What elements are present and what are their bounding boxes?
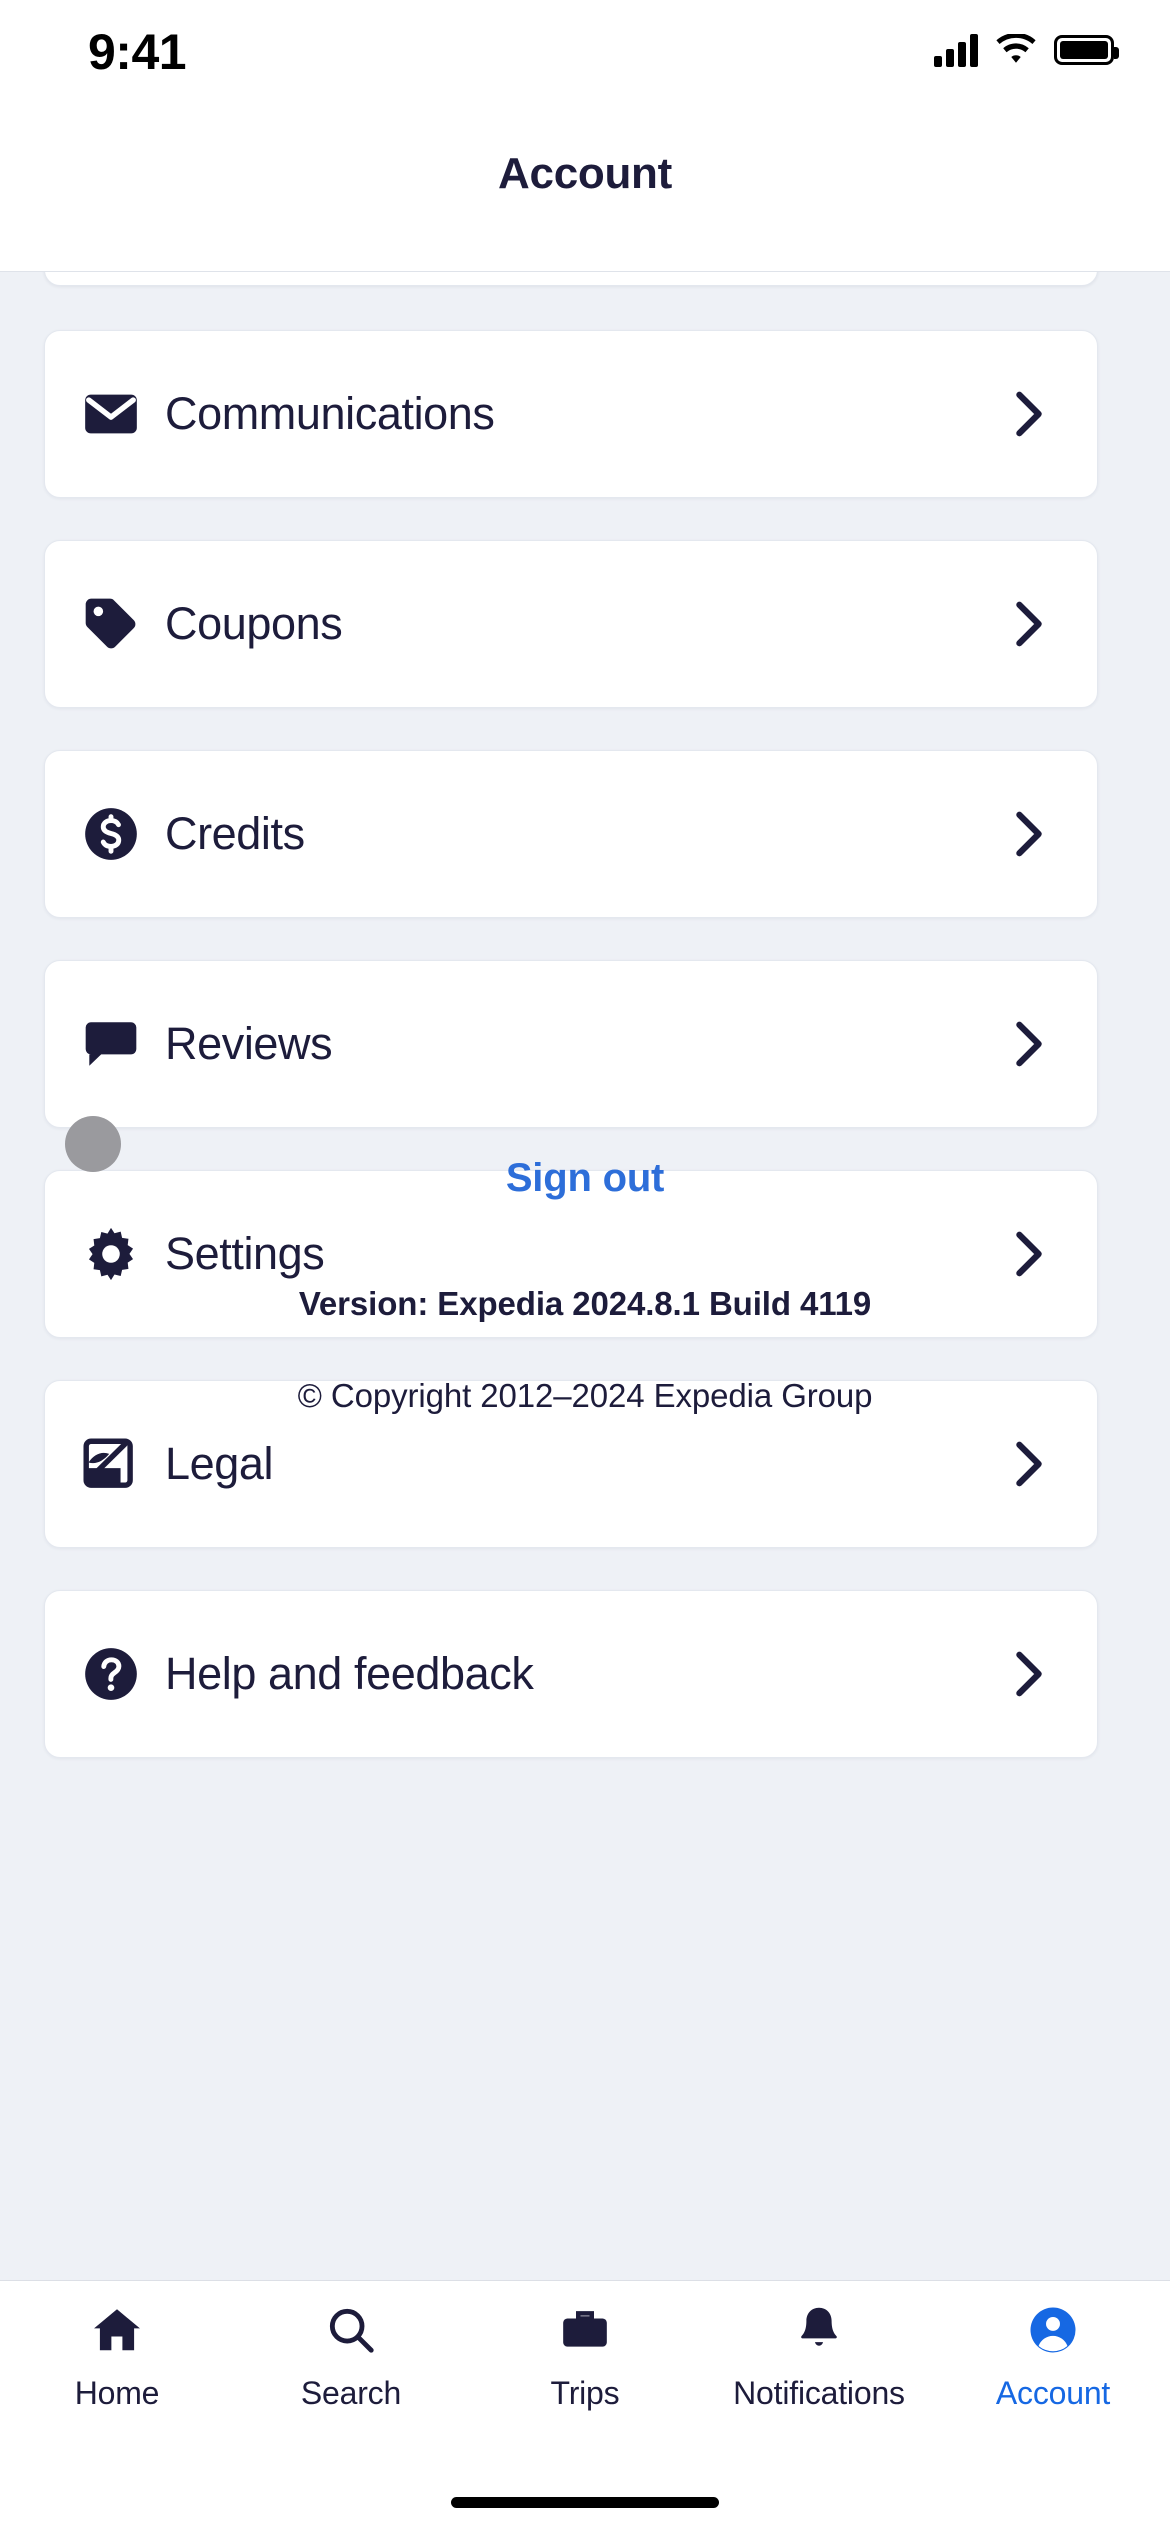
tab-label: Account: [995, 2375, 1111, 2411]
chevron-right-icon: [1013, 390, 1045, 438]
cellular-signal-icon: [934, 33, 978, 67]
page-header: Account: [0, 100, 1170, 272]
home-icon: [90, 2303, 144, 2357]
menu-item-label: Coupons: [165, 598, 343, 649]
document-quill-icon: [77, 1430, 145, 1498]
tab-label: Trips: [550, 2375, 620, 2411]
briefcase-icon: [558, 2303, 612, 2357]
wifi-icon: [996, 34, 1036, 63]
chevron-right-icon: [1013, 1650, 1045, 1698]
sign-out-button[interactable]: Sign out: [0, 1156, 1170, 1201]
dollar-circle-icon: [77, 800, 145, 868]
question-circle-icon: [77, 1640, 145, 1708]
tab-account[interactable]: Account: [936, 2281, 1170, 2441]
menu-item-label: Reviews: [165, 1018, 333, 1069]
tab-notifications[interactable]: Notifications: [702, 2281, 936, 2441]
speech-bubble-icon: [77, 1010, 145, 1078]
menu-item-credits[interactable]: Credits: [44, 750, 1098, 918]
envelope-icon: [77, 380, 145, 448]
menu-item-coupons[interactable]: Coupons: [44, 540, 1098, 708]
page-title: Account: [498, 149, 672, 198]
chevron-right-icon: [1013, 600, 1045, 648]
tab-label: Search: [300, 2375, 402, 2411]
tab-search[interactable]: Search: [234, 2281, 468, 2441]
menu-item-label: Help and feedback: [165, 1648, 534, 1699]
tab-label: Home: [74, 2375, 160, 2411]
chevron-right-icon: [1013, 810, 1045, 858]
status-bar-clock: 9:41: [88, 24, 187, 80]
person-circle-icon: [1026, 2303, 1080, 2357]
touch-cursor-indicator: [65, 1116, 121, 1172]
menu-item-help-and-feedback[interactable]: Help and feedback: [44, 1590, 1098, 1758]
partially-scrolled-card[interactable]: [44, 272, 1098, 286]
menu-item-reviews[interactable]: Reviews: [44, 960, 1098, 1128]
bell-icon: [792, 2303, 846, 2357]
menu-item-label: Credits: [165, 808, 305, 859]
bottom-tab-bar: Home Search Trips Notifications Account: [0, 2280, 1170, 2532]
battery-icon: [1054, 35, 1119, 65]
chevron-right-icon: [1013, 1230, 1045, 1278]
tab-home[interactable]: Home: [0, 2281, 234, 2441]
home-indicator: [451, 2497, 719, 2508]
menu-item-label: Communications: [165, 388, 495, 439]
chevron-right-icon: [1013, 1440, 1045, 1488]
menu-item-label: Settings: [165, 1228, 325, 1279]
gear-icon: [77, 1220, 145, 1288]
tab-label: Notifications: [733, 2375, 905, 2411]
search-icon: [324, 2303, 378, 2357]
menu-item-label: Legal: [165, 1438, 274, 1489]
menu-item-communications[interactable]: Communications: [44, 330, 1098, 498]
app-version-text: Version: Expedia 2024.8.1 Build 4119: [298, 1285, 872, 1322]
status-bar: 9:41: [0, 0, 1170, 100]
tag-icon: [77, 590, 145, 658]
status-bar-indicators: [934, 28, 1119, 72]
copyright-text: © Copyright 2012–2024 Expedia Group: [297, 1377, 873, 1414]
account-scroll-content[interactable]: Communications Coupons Credits Reviews Se…: [0, 272, 1170, 2280]
tab-trips[interactable]: Trips: [468, 2281, 702, 2441]
chevron-right-icon: [1013, 1020, 1045, 1068]
